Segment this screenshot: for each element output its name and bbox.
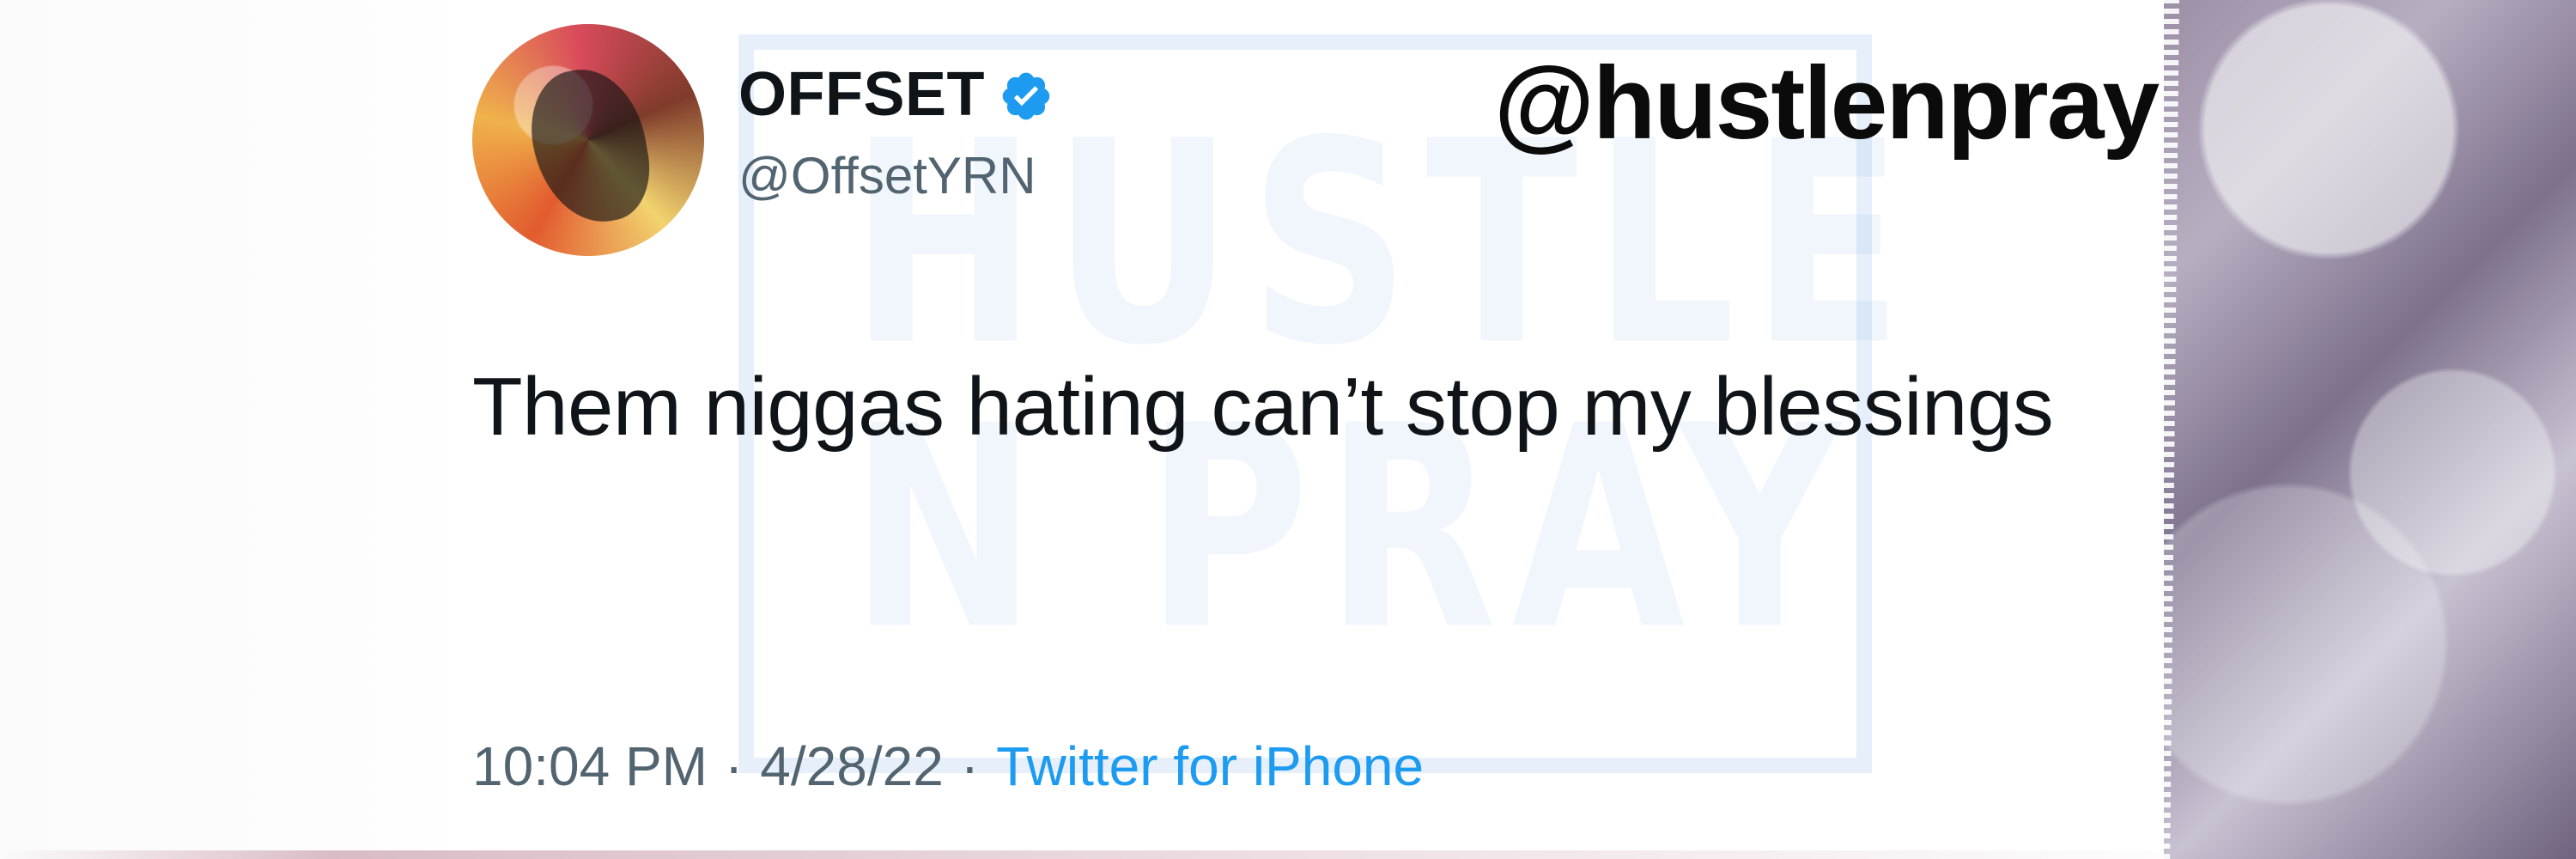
tweet-time: 10:04 PM xyxy=(472,735,708,797)
tweet-source-link[interactable]: Twitter for iPhone xyxy=(996,739,1424,794)
author-name-row: OFFSET xyxy=(738,64,1054,125)
screenshot-canvas: HUSTLE N PRAY OFFSET @OffsetYRN @hustlen… xyxy=(0,0,2576,859)
bottom-strip xyxy=(0,850,2233,859)
meta-separator-1: · xyxy=(724,735,744,797)
right-background-texture xyxy=(2164,0,2576,859)
author-display-name[interactable]: OFFSET xyxy=(738,64,985,125)
tweet-text: Them niggas hating can’t stop my blessin… xyxy=(472,361,2054,453)
author-handle[interactable]: @OffsetYRN xyxy=(738,150,1036,202)
tweet-meta-row: 10:04 PM · 4/28/22 · Twitter for iPhone xyxy=(472,739,1424,794)
tweet-date: 4/28/22 xyxy=(760,735,944,797)
meta-separator-2: · xyxy=(960,735,980,797)
verified-badge-icon xyxy=(999,69,1054,124)
overlay-handle-text: @hustlenpray xyxy=(1494,46,2160,161)
avatar[interactable] xyxy=(472,24,704,256)
tweet-card: HUSTLE N PRAY OFFSET @OffsetYRN @hustlen… xyxy=(447,0,2164,859)
